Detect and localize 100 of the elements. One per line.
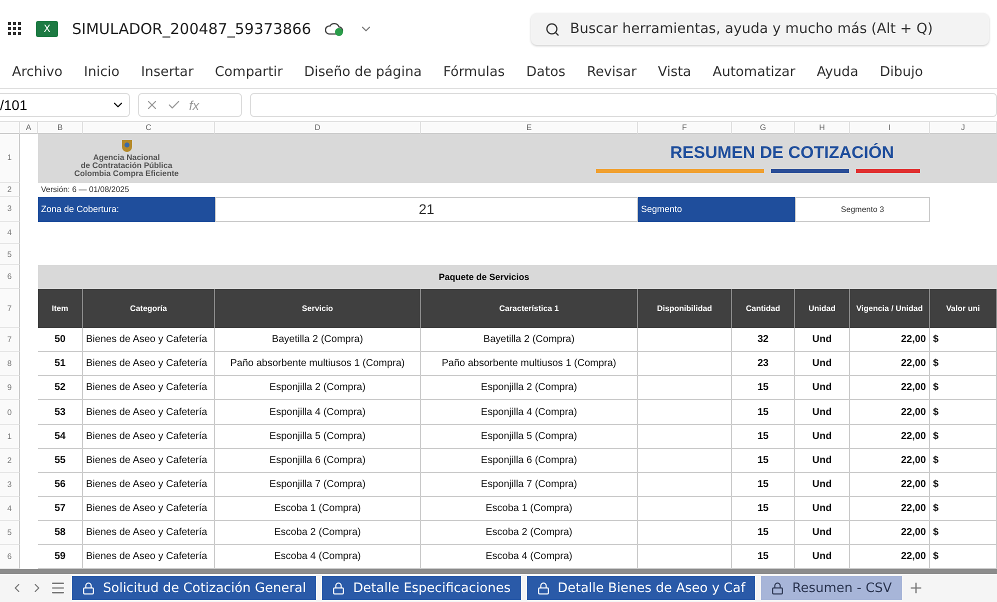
table-cell: 22,00	[850, 520, 930, 545]
table-cell: 15	[732, 496, 795, 521]
column-header[interactable]: D	[215, 122, 421, 134]
column-header[interactable]: A	[20, 122, 38, 134]
file-name[interactable]: SIMULADOR_200487_59373866	[72, 20, 312, 38]
row-header: 4	[0, 496, 20, 521]
table-cell: 15	[732, 472, 795, 497]
table-cell: Esponjilla 2 (Compra)	[421, 376, 638, 400]
ribbon-tab[interactable]: Compartir	[204, 60, 294, 86]
table-cell: 22,00	[850, 352, 930, 376]
cloud-sync-icon	[325, 22, 346, 36]
column-header[interactable]: F	[638, 122, 732, 134]
cancel-icon[interactable]	[145, 98, 159, 112]
row-header: 2	[0, 448, 20, 473]
table-cell: $	[930, 328, 997, 352]
table-cell: Esponjilla 5 (Compra)	[421, 424, 638, 449]
table-cell: Escoba 1 (Compra)	[215, 496, 421, 521]
column-header[interactable]: H	[795, 122, 850, 134]
table-cell: 50	[38, 328, 83, 352]
table-cell: Und	[795, 496, 850, 521]
table-cell: Und	[795, 448, 850, 473]
search-field[interactable]: Buscar herramientas, ayuda y mucho más (Alt + Q)	[531, 13, 989, 45]
table-cell: Und	[795, 376, 850, 400]
ribbon-tab[interactable]: Archivo	[12, 60, 74, 86]
ribbon-tab[interactable]: Inicio	[73, 60, 130, 86]
column-heading: Valor uni	[930, 289, 997, 328]
row-header: 7	[0, 328, 20, 352]
row-header: 7	[0, 289, 20, 328]
menu-icon[interactable]	[50, 580, 66, 596]
table-cell: 22,00	[850, 496, 930, 521]
table-cell: 58	[38, 520, 83, 545]
column-heading: Disponibilidad	[638, 289, 732, 328]
column-header[interactable]: I	[850, 122, 930, 134]
row-header: 5	[0, 520, 20, 545]
column-heading: Item	[38, 289, 83, 328]
table-cell: Und	[795, 352, 850, 376]
table-cell: Bienes de Aseo y Cafetería	[83, 352, 215, 376]
sheet-tab[interactable]: Solicitud de Cotización General	[72, 576, 316, 600]
column-header[interactable]: C	[83, 122, 215, 134]
column-heading: Unidad	[795, 289, 850, 328]
row-header: 3	[0, 196, 20, 222]
table-cell: Und	[795, 328, 850, 352]
table-cell: 54	[38, 424, 83, 449]
table-cell: $	[930, 496, 997, 521]
column-heading: Vigencia / Unidad	[850, 289, 930, 328]
row-header: 3	[0, 472, 20, 497]
app-launcher-icon[interactable]	[8, 22, 22, 36]
column-header[interactable]: J	[930, 122, 997, 134]
table-cell: Bienes de Aseo y Cafetería	[83, 328, 215, 352]
table-cell: 52	[38, 376, 83, 400]
formula-input[interactable]	[250, 93, 997, 117]
table-cell: Esponjilla 7 (Compra)	[421, 472, 638, 497]
table-cell: Escoba 2 (Compra)	[215, 520, 421, 545]
ribbon-tab[interactable]: Dibujo	[869, 60, 934, 86]
table-cell: Bienes de Aseo y Cafetería	[83, 472, 215, 497]
header-band	[930, 265, 997, 289]
ribbon-tab[interactable]: Datos	[516, 60, 576, 86]
coat-of-arms-icon	[120, 138, 134, 154]
table-cell: Bienes de Aseo y Cafetería	[83, 400, 215, 425]
table-cell: Escoba 1 (Compra)	[421, 496, 638, 521]
ribbon-tab[interactable]: Vista	[647, 60, 702, 86]
ribbon-tab[interactable]: Ayuda	[806, 60, 870, 86]
column-heading: Categoría	[83, 289, 215, 328]
sheet-tab[interactable]: Detalle Bienes de Aseo y Caf	[526, 576, 756, 600]
table-cell: Bayetilla 2 (Compra)	[421, 328, 638, 352]
table-cell: Und	[795, 520, 850, 545]
column-header[interactable]: B	[38, 122, 83, 134]
table-cell: Und	[795, 400, 850, 425]
ribbon-tab[interactable]: Revisar	[576, 60, 648, 86]
ribbon-tab[interactable]: Diseño de página	[293, 60, 433, 86]
column-header[interactable]: G	[732, 122, 795, 134]
ribbon-tab[interactable]: Insertar	[130, 60, 204, 86]
column-header[interactable]: E	[421, 122, 638, 134]
sheet-tab[interactable]: Detalle Especificaciones	[322, 576, 521, 600]
row-header: 6	[0, 544, 20, 569]
ribbon-tab[interactable]: Automatizar	[702, 60, 806, 86]
table-cell: Bienes de Aseo y Cafetería	[83, 496, 215, 521]
sheet-tab[interactable]: Resumen - CSV	[761, 576, 902, 600]
table-cell: Esponjilla 5 (Compra)	[215, 424, 421, 449]
row-header: 4	[0, 222, 20, 244]
table-cell: Esponjilla 6 (Compra)	[215, 448, 421, 473]
table-cell: 15	[732, 376, 795, 400]
add-sheet-icon[interactable]	[908, 580, 924, 596]
table-cell: $	[930, 520, 997, 545]
row-header: 6	[0, 265, 20, 289]
table-cell: $	[930, 424, 997, 449]
table-cell: $	[930, 472, 997, 497]
table-cell: Paño absorbente multiusos 1 (Compra)	[215, 352, 421, 376]
row-header: 0	[0, 400, 20, 425]
table-cell: 22,00	[850, 472, 930, 497]
search-icon	[545, 22, 560, 36]
accent-bar	[856, 169, 920, 174]
ribbon-tab[interactable]: Fórmulas	[432, 60, 516, 86]
zona-label: Zona de Cobertura:	[38, 196, 215, 222]
table-cell: 22,00	[850, 400, 930, 425]
table-cell: 32	[732, 328, 795, 352]
table-cell: 22,00	[850, 376, 930, 400]
table-cell: Bienes de Aseo y Cafetería	[83, 424, 215, 449]
name-box[interactable]: /101	[0, 93, 130, 117]
table-cell: 22,00	[850, 448, 930, 473]
